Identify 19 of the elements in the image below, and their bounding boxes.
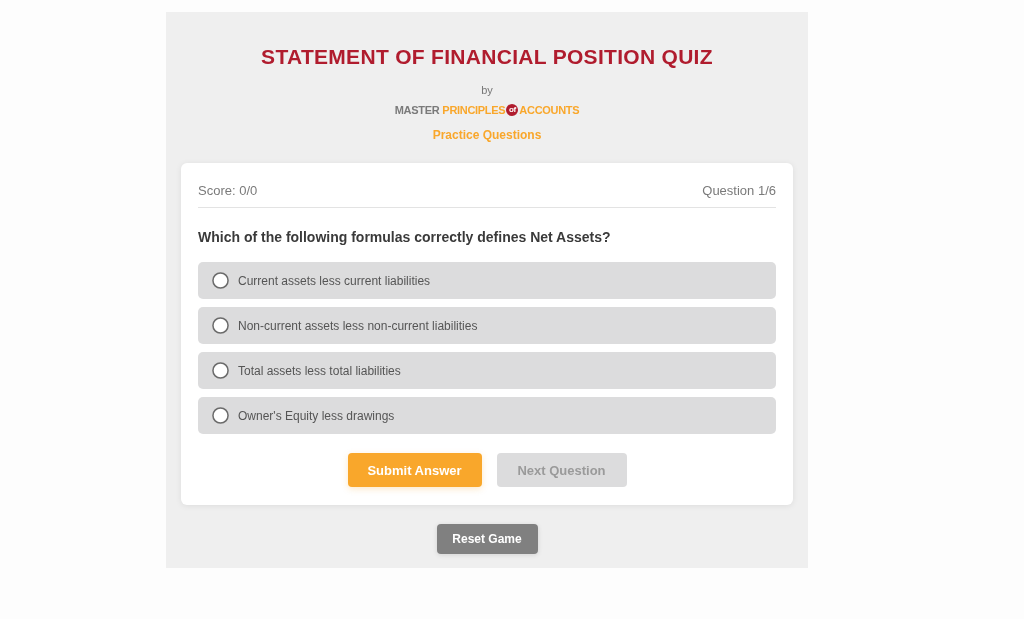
score-text: Score: 0/0: [198, 182, 258, 200]
logo-word: ACCOUNTS: [519, 103, 580, 117]
reset-button[interactable]: Reset Game: [436, 524, 538, 554]
question-text: Which of the following formulas correctly defines Net Assets?: [198, 228, 612, 247]
answer-option[interactable]: Total assets less total liabilities: [198, 352, 776, 389]
radio-icon[interactable]: [212, 272, 229, 289]
subtitle: Practice Questions: [432, 127, 542, 143]
quiz-title: STATEMENT OF FINANCIAL POSITION QUIZ: [261, 44, 713, 70]
logo-word: MASTER: [394, 103, 440, 117]
answer-option[interactable]: Owner's Equity less drawings: [198, 397, 776, 434]
radio-icon[interactable]: [212, 362, 229, 379]
byline: by: [481, 83, 493, 97]
radio-icon[interactable]: [212, 317, 229, 334]
answer-option[interactable]: Non-current assets less non-current liabilities: [198, 307, 776, 344]
answer-option[interactable]: Current assets less current liabilities: [198, 262, 776, 299]
radio-icon[interactable]: [212, 407, 229, 424]
logo-badge: of: [506, 104, 519, 116]
logo-word: PRINCIPLES: [442, 103, 506, 117]
question-counter: Question 1/6: [702, 182, 776, 200]
